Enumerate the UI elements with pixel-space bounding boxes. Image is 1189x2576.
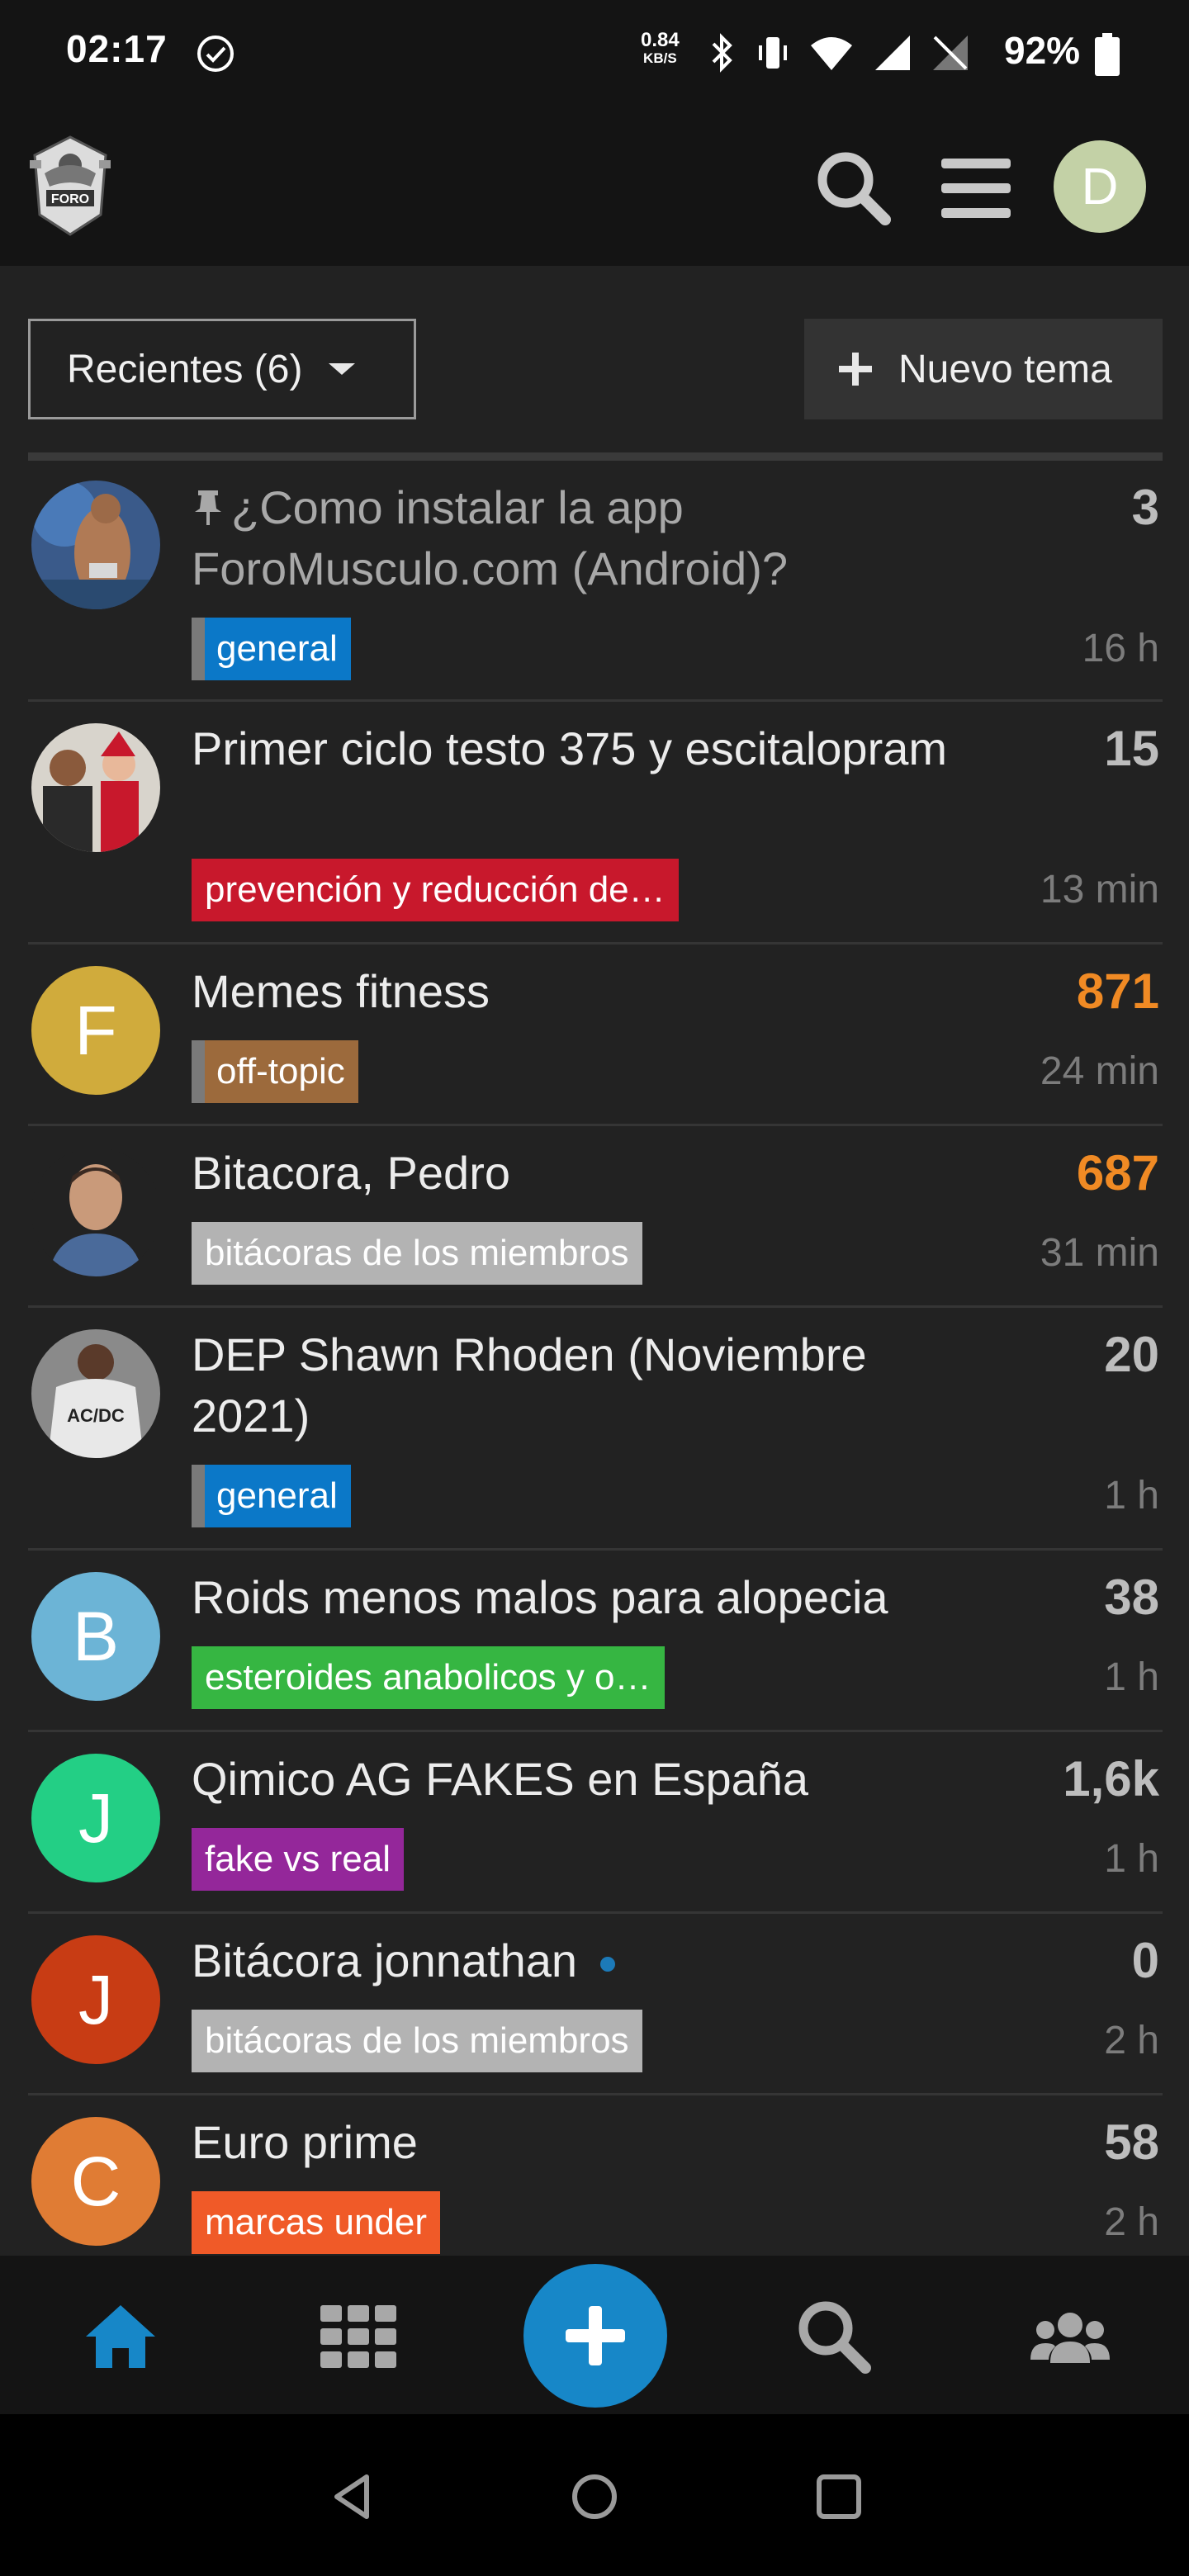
topic-avatar — [31, 481, 160, 609]
status-icons — [708, 30, 969, 76]
categories-grid-icon[interactable] — [317, 2295, 400, 2378]
battery-percent: 92% — [1004, 29, 1081, 72]
topic-list-page: Recientes (6) Nuevo tema ¿Como instalar … — [0, 266, 1189, 2256]
svg-text:AC/DC: AC/DC — [67, 1405, 125, 1426]
topic-row[interactable]: C Euro prime marcas under 58 2 h — [28, 2095, 1163, 2256]
topic-title[interactable]: ¿Como instalar la app ForoMusculo.com (A… — [192, 477, 984, 599]
android-navigation-bar — [0, 2414, 1189, 2576]
topic-row[interactable]: F Memes fitness off-topic 871 24 min — [28, 945, 1163, 1126]
filter-dropdown[interactable]: Recientes (6) — [28, 319, 416, 419]
clock: 02:17 — [66, 27, 168, 70]
topic-row[interactable]: AC/DC DEP Shawn Rhoden (Noviembre 2021) … — [28, 1308, 1163, 1551]
topic-title[interactable]: Roids menos malos para alopecia — [192, 1567, 984, 1628]
avatar-photo — [31, 1148, 160, 1276]
app-header: FORO D — [0, 107, 1189, 266]
reply-count: 38 — [1104, 1570, 1159, 1625]
network-speed: 0.84 KB/S — [641, 29, 680, 67]
topic-row[interactable]: Bitacora, Pedro bitácoras de los miembro… — [28, 1126, 1163, 1308]
topic-avatar — [31, 723, 160, 852]
reply-count: 687 — [1076, 1145, 1159, 1200]
topic-title[interactable]: Euro prime — [192, 2112, 984, 2173]
plus-icon — [839, 353, 872, 386]
battery-icon — [1095, 33, 1120, 76]
home-icon[interactable] — [79, 2295, 162, 2378]
topic-row[interactable]: J Bitácora jonnathan bitácoras de los mi… — [28, 1914, 1163, 2095]
recents-icon[interactable] — [812, 2470, 865, 2523]
reply-count: 15 — [1104, 721, 1159, 776]
topic-avatar: C — [31, 2117, 160, 2246]
reply-count: 871 — [1076, 964, 1159, 1019]
topic-title[interactable]: Memes fitness — [192, 961, 984, 1022]
topic-list: ¿Como instalar la app ForoMusculo.com (A… — [28, 452, 1163, 2256]
signal-icon — [875, 36, 910, 70]
avatar-photo — [31, 723, 160, 852]
topic-row[interactable]: B Roids menos malos para alopecia estero… — [28, 1551, 1163, 1732]
category-badge[interactable]: esteroides anabolicos y o… — [192, 1646, 665, 1709]
activity-time: 1 h — [1104, 1655, 1159, 1699]
reply-count: 1,6k — [1063, 1751, 1159, 1807]
category-badge[interactable]: general — [192, 1465, 351, 1527]
no-sim-icon — [933, 36, 968, 70]
new-topic-label: Nuevo tema — [898, 347, 1112, 391]
reply-count: 20 — [1104, 1327, 1159, 1382]
new-topic-fab[interactable] — [523, 2264, 667, 2408]
search-icon[interactable] — [793, 2295, 875, 2378]
reply-count: 0 — [1131, 1933, 1159, 1988]
hamburger-icon[interactable] — [940, 154, 1012, 223]
category-badge[interactable]: fake vs real — [192, 1828, 404, 1891]
home-circle-icon[interactable] — [568, 2470, 621, 2523]
topic-title[interactable]: Bitácora jonnathan — [192, 1930, 984, 1991]
activity-time: 31 min — [1040, 1231, 1159, 1275]
topic-title[interactable]: Bitacora, Pedro — [192, 1143, 984, 1204]
new-topic-button[interactable]: Nuevo tema — [804, 319, 1163, 419]
topic-row[interactable]: Primer ciclo testo 375 y escitalopram pr… — [28, 702, 1163, 945]
topic-avatar: AC/DC — [31, 1329, 160, 1458]
caret-down-icon — [329, 363, 356, 375]
new-topic-plus-icon — [566, 2306, 625, 2365]
bluetooth-icon — [712, 33, 732, 73]
category-badge[interactable]: bitácoras de los miembros — [192, 2010, 642, 2072]
topic-avatar: J — [31, 1754, 160, 1882]
status-bar: 02:17 0.84 KB/S 92% — [0, 0, 1189, 107]
category-badge[interactable]: marcas under — [192, 2191, 441, 2254]
topic-title[interactable]: DEP Shawn Rhoden (Noviembre 2021) — [192, 1324, 984, 1447]
topic-row[interactable]: J Qimico AG FAKES en España fake vs real… — [28, 1732, 1163, 1914]
activity-time: 13 min — [1040, 868, 1159, 912]
reply-count: 3 — [1131, 480, 1159, 535]
topic-row[interactable]: ¿Como instalar la app ForoMusculo.com (A… — [28, 461, 1163, 702]
foro-logo[interactable]: FORO — [26, 132, 114, 239]
activity-time: 16 h — [1082, 627, 1159, 670]
category-badge[interactable]: general — [192, 618, 351, 680]
topic-title[interactable]: Primer ciclo testo 375 y escitalopram — [192, 718, 984, 779]
category-badge[interactable]: bitácoras de los miembros — [192, 1222, 642, 1285]
category-badge[interactable]: prevención y reducción de… — [192, 859, 679, 921]
user-avatar[interactable]: D — [1054, 140, 1146, 233]
vibrate-icon — [759, 37, 787, 69]
activity-time: 24 min — [1040, 1049, 1159, 1093]
wifi-icon — [811, 37, 852, 70]
users-icon[interactable] — [1029, 2295, 1111, 2378]
topic-title[interactable]: Qimico AG FAKES en España — [192, 1749, 984, 1810]
activity-time: 2 h — [1104, 2200, 1159, 2244]
filter-label: Recientes (6) — [67, 347, 303, 391]
pin-icon — [195, 490, 221, 525]
reply-count: 58 — [1104, 2114, 1159, 2170]
unread-dot-icon — [600, 1957, 616, 1972]
topic-avatar — [31, 1148, 160, 1276]
topic-avatar: F — [31, 966, 160, 1095]
category-badge[interactable]: off-topic — [192, 1040, 358, 1103]
topic-avatar: J — [31, 1935, 160, 2064]
search-icon[interactable] — [812, 147, 895, 230]
back-icon[interactable] — [327, 2470, 380, 2523]
activity-time: 1 h — [1104, 1837, 1159, 1881]
svg-text:FORO: FORO — [51, 192, 89, 206]
topic-avatar: B — [31, 1572, 160, 1701]
check-circle-icon — [197, 36, 234, 72]
activity-time: 1 h — [1104, 1474, 1159, 1518]
activity-time: 2 h — [1104, 2019, 1159, 2062]
bottom-navigation — [0, 2256, 1189, 2414]
avatar-photo: AC/DC — [31, 1329, 160, 1458]
avatar-photo — [31, 481, 160, 609]
